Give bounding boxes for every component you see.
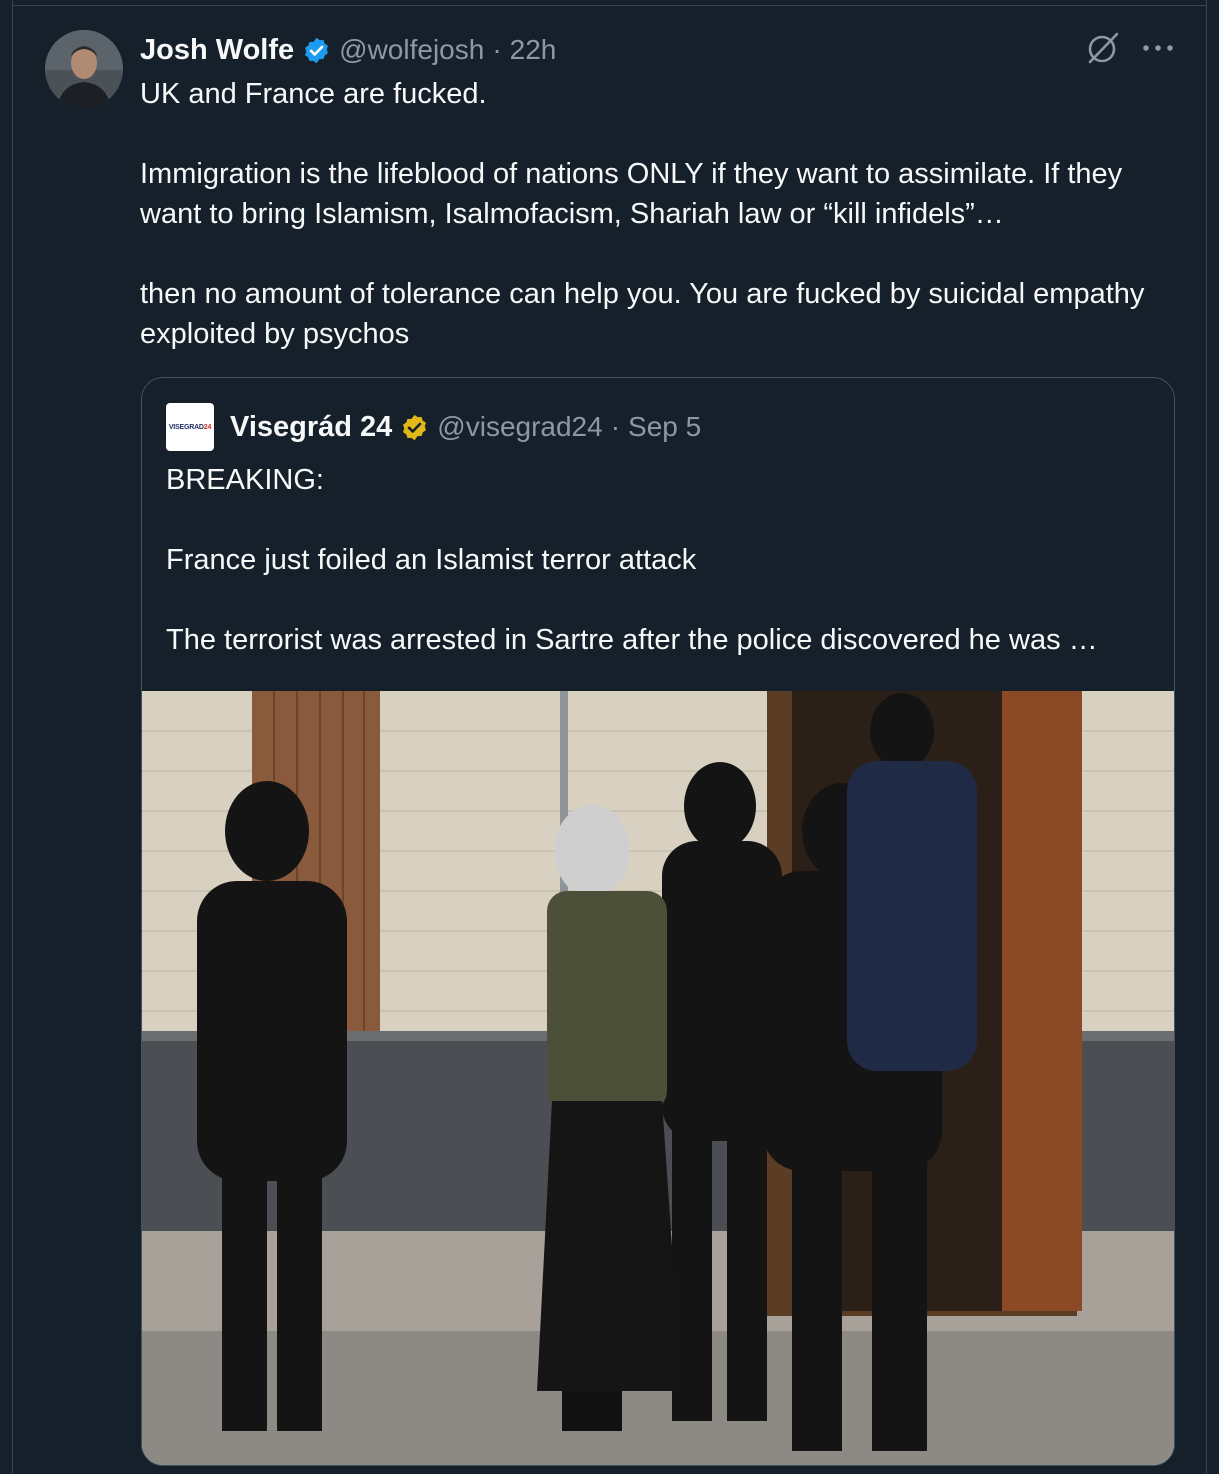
tweet-body: UK and France are fucked. Immigration is…: [140, 78, 1145, 350]
quote-avatar-num: 24: [203, 423, 212, 431]
police-arrest-photo[interactable]: [142, 691, 1174, 1465]
quote-timestamp[interactable]: Sep 5: [628, 411, 701, 443]
quote-separator: ·: [610, 411, 621, 442]
quote-body: BREAKING: France just foiled an Islamist…: [166, 464, 1098, 656]
tweet-text: UK and France are fucked. Immigration is…: [140, 74, 1180, 354]
tweet-header: Josh Wolfe @wolfejosh · 22h: [140, 28, 556, 72]
quote-text: BREAKING: France just foiled an Islamist…: [166, 460, 1156, 660]
quote-tweet-card[interactable]: VISEGRAD24 Visegrád 24 @visegrad24 · Sep…: [141, 377, 1175, 1466]
verified-gold-badge-icon[interactable]: [400, 413, 429, 442]
author-name[interactable]: Josh Wolfe: [140, 34, 294, 67]
grok-icon[interactable]: [1085, 30, 1121, 66]
quote-avatar-text: VISEGRAD: [168, 423, 204, 431]
timestamp[interactable]: 22h: [510, 34, 557, 66]
verified-badge-icon[interactable]: [302, 36, 331, 65]
author-handle[interactable]: @wolfejosh: [339, 34, 484, 66]
separator: ·: [492, 34, 502, 65]
quote-header: VISEGRAD24 Visegrád 24 @visegrad24 · Sep…: [166, 403, 701, 451]
quote-author-name[interactable]: Visegrád 24: [230, 411, 392, 444]
more-options-icon[interactable]: [1140, 32, 1176, 64]
avatar[interactable]: [45, 30, 123, 108]
quote-avatar[interactable]: VISEGRAD24: [166, 403, 214, 451]
quote-author-handle[interactable]: @visegrad24: [437, 411, 602, 443]
